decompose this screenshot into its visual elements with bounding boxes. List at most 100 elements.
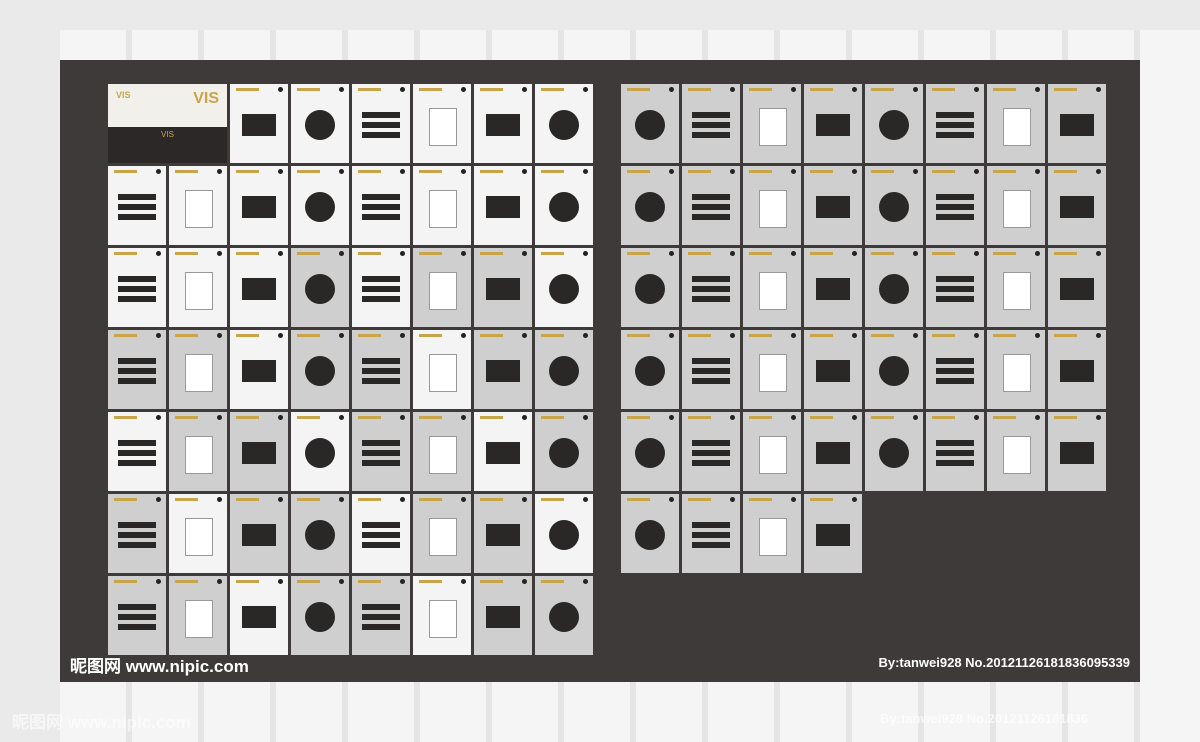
manual-page-thumbnail[interactable] (108, 248, 166, 327)
manual-page-thumbnail[interactable] (413, 248, 471, 327)
manual-page-thumbnail[interactable] (230, 248, 288, 327)
manual-page-thumbnail[interactable] (987, 166, 1045, 245)
manual-page-thumbnail[interactable] (1048, 330, 1106, 409)
manual-page-thumbnail[interactable] (474, 84, 532, 163)
manual-page-thumbnail[interactable] (230, 166, 288, 245)
cover-page[interactable]: VIS VIS VIS (108, 84, 227, 163)
manual-page-thumbnail[interactable] (413, 412, 471, 491)
manual-page-thumbnail[interactable] (352, 494, 410, 573)
manual-page-thumbnail[interactable] (535, 330, 593, 409)
manual-page-thumbnail[interactable] (291, 248, 349, 327)
manual-page-thumbnail[interactable] (108, 412, 166, 491)
manual-page-thumbnail[interactable] (108, 330, 166, 409)
manual-page-thumbnail[interactable] (743, 84, 801, 163)
manual-page-thumbnail[interactable] (865, 412, 923, 491)
page-logo-dot (791, 251, 796, 256)
manual-page-thumbnail[interactable] (926, 166, 984, 245)
manual-page-thumbnail[interactable] (169, 248, 227, 327)
manual-page-thumbnail[interactable] (804, 166, 862, 245)
manual-page-thumbnail[interactable] (474, 248, 532, 327)
manual-page-thumbnail[interactable] (230, 84, 288, 163)
manual-page-thumbnail[interactable] (987, 84, 1045, 163)
manual-page-thumbnail[interactable] (169, 576, 227, 655)
manual-page-thumbnail[interactable] (108, 494, 166, 573)
manual-page-thumbnail[interactable] (926, 412, 984, 491)
manual-page-thumbnail[interactable] (743, 412, 801, 491)
manual-page-thumbnail[interactable] (682, 166, 740, 245)
manual-page-thumbnail[interactable] (1048, 166, 1106, 245)
manual-page-thumbnail[interactable] (865, 166, 923, 245)
manual-page-thumbnail[interactable] (1048, 412, 1106, 491)
manual-page-thumbnail[interactable] (352, 166, 410, 245)
manual-page-thumbnail[interactable] (230, 412, 288, 491)
manual-page-thumbnail[interactable] (743, 494, 801, 573)
manual-page-thumbnail[interactable] (743, 166, 801, 245)
manual-page-thumbnail[interactable] (987, 248, 1045, 327)
manual-page-thumbnail[interactable] (682, 412, 740, 491)
manual-page-thumbnail[interactable] (535, 494, 593, 573)
manual-page-thumbnail[interactable] (865, 248, 923, 327)
manual-page-thumbnail[interactable] (169, 166, 227, 245)
manual-page-thumbnail[interactable] (291, 84, 349, 163)
manual-page-thumbnail[interactable] (474, 494, 532, 573)
manual-page-thumbnail[interactable] (169, 330, 227, 409)
manual-page-thumbnail[interactable] (474, 166, 532, 245)
manual-page-thumbnail[interactable] (535, 248, 593, 327)
manual-page-thumbnail[interactable] (743, 330, 801, 409)
manual-page-thumbnail[interactable] (621, 84, 679, 163)
manual-page-thumbnail[interactable] (535, 166, 593, 245)
manual-page-thumbnail[interactable] (474, 576, 532, 655)
manual-page-thumbnail[interactable] (621, 330, 679, 409)
manual-page-thumbnail[interactable] (535, 84, 593, 163)
manual-page-thumbnail[interactable] (413, 84, 471, 163)
manual-page-thumbnail[interactable] (926, 84, 984, 163)
manual-page-thumbnail[interactable] (804, 330, 862, 409)
manual-page-thumbnail[interactable] (108, 576, 166, 655)
manual-page-thumbnail[interactable] (926, 248, 984, 327)
manual-page-thumbnail[interactable] (413, 330, 471, 409)
manual-page-thumbnail[interactable] (413, 166, 471, 245)
manual-page-thumbnail[interactable] (865, 330, 923, 409)
manual-page-thumbnail[interactable] (169, 494, 227, 573)
manual-page-thumbnail[interactable] (230, 576, 288, 655)
manual-page-thumbnail[interactable] (1048, 248, 1106, 327)
manual-page-thumbnail[interactable] (230, 330, 288, 409)
manual-page-thumbnail[interactable] (291, 576, 349, 655)
manual-page-thumbnail[interactable] (682, 330, 740, 409)
manual-page-thumbnail[interactable] (682, 84, 740, 163)
manual-page-thumbnail[interactable] (535, 576, 593, 655)
manual-page-thumbnail[interactable] (291, 412, 349, 491)
manual-page-thumbnail[interactable] (474, 412, 532, 491)
manual-page-thumbnail[interactable] (169, 412, 227, 491)
manual-page-thumbnail[interactable] (804, 248, 862, 327)
manual-page-thumbnail[interactable] (621, 248, 679, 327)
manual-page-thumbnail[interactable] (108, 166, 166, 245)
manual-page-thumbnail[interactable] (621, 494, 679, 573)
manual-page-thumbnail[interactable] (1048, 84, 1106, 163)
manual-page-thumbnail[interactable] (804, 412, 862, 491)
manual-page-thumbnail[interactable] (291, 494, 349, 573)
manual-page-thumbnail[interactable] (804, 84, 862, 163)
manual-page-thumbnail[interactable] (987, 412, 1045, 491)
manual-page-thumbnail[interactable] (291, 330, 349, 409)
manual-page-thumbnail[interactable] (621, 166, 679, 245)
manual-page-thumbnail[interactable] (474, 330, 532, 409)
manual-page-thumbnail[interactable] (682, 248, 740, 327)
manual-page-thumbnail[interactable] (352, 412, 410, 491)
manual-page-thumbnail[interactable] (865, 84, 923, 163)
manual-page-thumbnail[interactable] (804, 494, 862, 573)
manual-page-thumbnail[interactable] (926, 330, 984, 409)
manual-page-thumbnail[interactable] (352, 248, 410, 327)
manual-page-thumbnail[interactable] (413, 494, 471, 573)
manual-page-thumbnail[interactable] (682, 494, 740, 573)
manual-page-thumbnail[interactable] (291, 166, 349, 245)
manual-page-thumbnail[interactable] (621, 412, 679, 491)
manual-page-thumbnail[interactable] (743, 248, 801, 327)
manual-page-thumbnail[interactable] (352, 576, 410, 655)
manual-page-thumbnail[interactable] (413, 576, 471, 655)
manual-page-thumbnail[interactable] (230, 494, 288, 573)
manual-page-thumbnail[interactable] (535, 412, 593, 491)
manual-page-thumbnail[interactable] (987, 330, 1045, 409)
manual-page-thumbnail[interactable] (352, 84, 410, 163)
manual-page-thumbnail[interactable] (352, 330, 410, 409)
